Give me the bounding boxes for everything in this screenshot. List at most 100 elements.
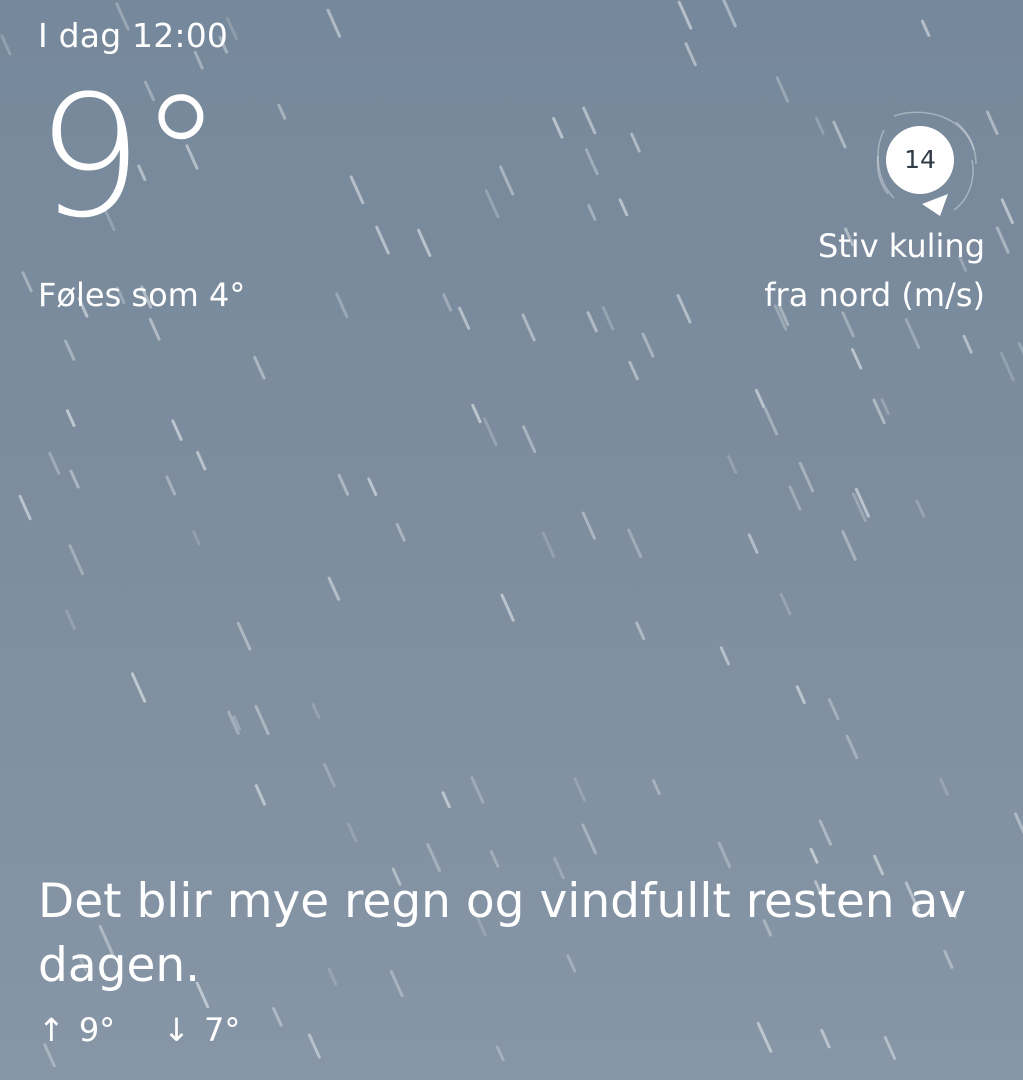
rain-streak [541,531,556,558]
rain-streak [253,355,266,380]
rain-streak [920,19,931,37]
rain-streak [641,332,655,358]
rain-streak [500,593,515,622]
wind-strength: Stiv kuling [817,227,985,265]
rain-streak [851,348,863,370]
rain-streak [962,334,973,354]
rain-streak [196,451,207,471]
rain-streak [1017,342,1023,356]
wind-speed: 14 [886,126,954,194]
rain-streak [489,850,500,868]
rain-streak [779,592,792,616]
rain-streak [883,1035,897,1060]
rain-streak [417,228,432,257]
low-temperature: 7° [203,1011,241,1049]
rain-streak [581,511,596,540]
rain-streak [939,777,949,796]
rain-streak [64,339,76,361]
rain-streak [68,544,84,576]
forecast-summary: Det blir mye regn og vindfullt resten av… [38,874,967,993]
min-max-temperatures: ↑ 9° ↓ 7° [38,1006,240,1054]
rain-streak [375,225,390,255]
rain-streak [756,1021,773,1053]
rain-streak [323,763,336,788]
rain-streak [495,1045,505,1062]
rain-streak [676,294,692,324]
rain-streak [587,204,597,221]
rain-streak [65,409,76,427]
low-temperature-item: ↓ 7° [163,1006,240,1054]
rain-streak [227,710,240,735]
wind-description: Stiv kuling fra nord (m/s) [764,222,985,320]
rain-streak [1000,352,1015,382]
high-temperature-item: ↑ 9° [38,1006,115,1054]
arrow-down-icon: ↓ [163,1011,190,1049]
rain-streak [722,0,737,28]
rain-streak [880,398,890,416]
rain-streak [820,1028,831,1049]
rain-streak [48,451,61,475]
rain-streak [798,461,815,493]
rain-streak [635,621,646,641]
rain-streak [327,576,341,601]
rain-streak [442,293,453,312]
rain-streak [584,148,599,176]
rain-streak [347,822,358,843]
rain-streak [775,76,790,103]
rain-streak [335,292,349,319]
rain-streak [165,475,177,496]
high-temperature: 9° [78,1011,116,1049]
rain-streak [747,533,759,554]
rain-streak [225,17,238,40]
rain-streak [484,189,500,219]
rain-streak [148,317,161,341]
rain-streak [832,120,847,149]
rain-streak [601,306,615,331]
rain-streak [904,318,921,350]
rain-streak [628,360,639,381]
rain-streak [0,34,12,56]
current-temperature: 9° [36,59,223,255]
wind-direction-icon [922,194,948,216]
rain-streak [854,487,870,518]
rain-streak [349,175,365,205]
rain-streak [337,473,350,496]
rain-streak [627,528,643,559]
rain-streak [254,784,266,806]
rain-streak [684,42,697,67]
rain-streak [841,530,857,561]
rain-streak [763,407,779,436]
rain-streak [573,777,586,802]
rain-streak [441,791,451,809]
rain-streak [754,388,766,408]
rain-streak [915,499,926,518]
rain-streak [872,398,886,425]
forecast-time: I dag 12:00 [38,16,229,55]
rain-streak [522,425,537,453]
rain-streak [727,455,738,474]
rain-streak [827,698,840,721]
rain-streak [651,779,661,796]
rain-streak [395,523,406,542]
rain-streak [586,311,598,333]
wind-badge[interactable]: 14 [864,110,980,220]
rain-streak [788,485,802,511]
rain-streak [618,198,629,217]
rain-streak [458,306,471,330]
rain-streak [521,313,536,342]
rain-streak [809,847,819,864]
rain-streak [311,703,321,720]
rain-streak [483,417,498,447]
rain-streak [367,477,378,496]
arrow-up-icon: ↑ [38,1011,65,1049]
rain-streak [471,403,482,424]
rain-streak [581,823,597,855]
rain-streak [1000,198,1014,224]
rain-streak [499,165,515,196]
rain-streak [192,530,201,546]
feels-like-temperature: Føles som 4° [38,276,246,314]
rain-streak [1014,812,1023,835]
wind-direction: fra nord (m/s) [764,276,985,314]
rain-streak [677,0,693,30]
rain-streak [254,705,270,735]
